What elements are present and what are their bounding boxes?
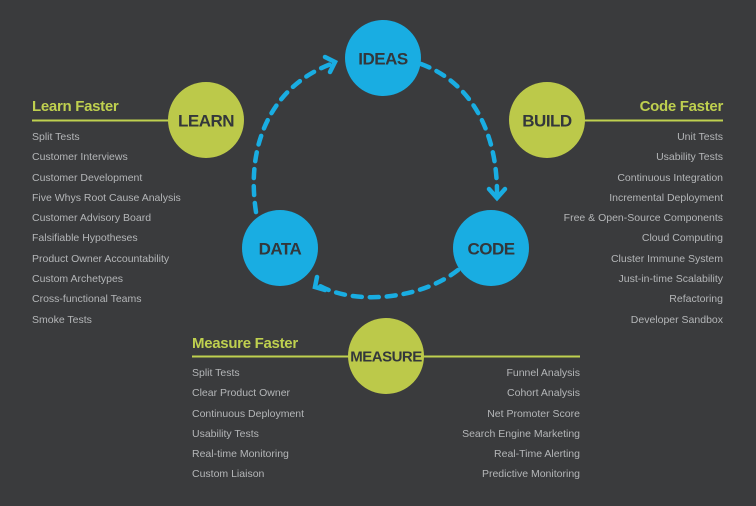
list-item: Search Engine Marketing xyxy=(462,427,580,440)
node-data-label: DATA xyxy=(259,240,302,259)
list-item: Customer Development xyxy=(32,171,143,184)
list-item: Cloud Computing xyxy=(641,232,723,245)
list-item: Split Tests xyxy=(32,131,80,143)
list-item: Five Whys Root Cause Analysis xyxy=(32,191,181,204)
list-item: Falsifiable Hypotheses xyxy=(32,232,138,245)
node-code: CODE xyxy=(453,210,529,286)
node-code-label: CODE xyxy=(467,240,514,259)
list-item: Continuous Integration xyxy=(617,171,723,184)
measure-faster-list-right: Funnel Analysis Cohort Analysis Net Prom… xyxy=(462,363,580,485)
arrow-code-to-data xyxy=(317,267,461,300)
list-item: Customer Advisory Board xyxy=(32,212,152,225)
list-item: Net Promoter Score xyxy=(487,407,580,420)
list-item: Just-in-time Scalability xyxy=(618,273,723,286)
list-item: Custom Liaison xyxy=(192,468,265,481)
list-item: Refactoring xyxy=(669,293,723,306)
list-item: Free & Open-Source Components xyxy=(563,212,723,225)
node-measure: MEASURE xyxy=(348,318,424,394)
list-item: Developer Sandbox xyxy=(630,313,723,326)
list-item: Smoke Tests xyxy=(32,313,92,326)
node-ideas-label: IDEAS xyxy=(358,50,408,69)
node-ideas: IDEAS xyxy=(345,20,421,96)
measure-faster-heading: Measure Faster xyxy=(192,335,298,352)
list-item: Cohort Analysis xyxy=(507,387,580,400)
arrowhead-code-to-data xyxy=(312,274,328,293)
list-item: Product Owner Accountability xyxy=(32,252,170,265)
arrow-data-to-ideas xyxy=(251,61,334,215)
measure-faster-list-left: Split Tests Clear Product Owner Continuo… xyxy=(192,363,304,485)
list-item: Cluster Immune System xyxy=(610,252,723,265)
list-item: Funnel Analysis xyxy=(506,367,580,379)
list-item: Custom Archetypes xyxy=(32,273,124,286)
list-item: Unit Tests xyxy=(677,131,723,143)
list-item: Customer Interviews xyxy=(32,151,128,164)
code-faster-heading: Code Faster xyxy=(639,98,724,115)
list-item: Usability Tests xyxy=(192,427,259,440)
learn-faster-list: Split Tests Customer Interviews Customer… xyxy=(32,127,181,330)
list-item: Incremental Deployment xyxy=(609,191,723,204)
list-item: Real-time Monitoring xyxy=(192,448,289,461)
list-item: Continuous Deployment xyxy=(192,407,305,420)
node-data: DATA xyxy=(242,210,318,286)
list-item: Cross-functional Teams xyxy=(32,293,142,306)
list-item: Predictive Monitoring xyxy=(481,468,580,481)
list-item: Split Tests xyxy=(192,367,240,379)
arrow-ideas-to-code xyxy=(418,61,500,196)
list-item: Usability Tests xyxy=(656,151,723,164)
code-faster-list: Unit Tests Usability Tests Continuous In… xyxy=(564,127,723,330)
node-measure-label: MEASURE xyxy=(350,349,422,366)
list-item: Clear Product Owner xyxy=(192,387,291,400)
learn-faster-heading: Learn Faster xyxy=(32,98,119,115)
node-learn-label: LEARN xyxy=(178,112,234,131)
list-item: Real-Time Alerting xyxy=(494,448,580,461)
